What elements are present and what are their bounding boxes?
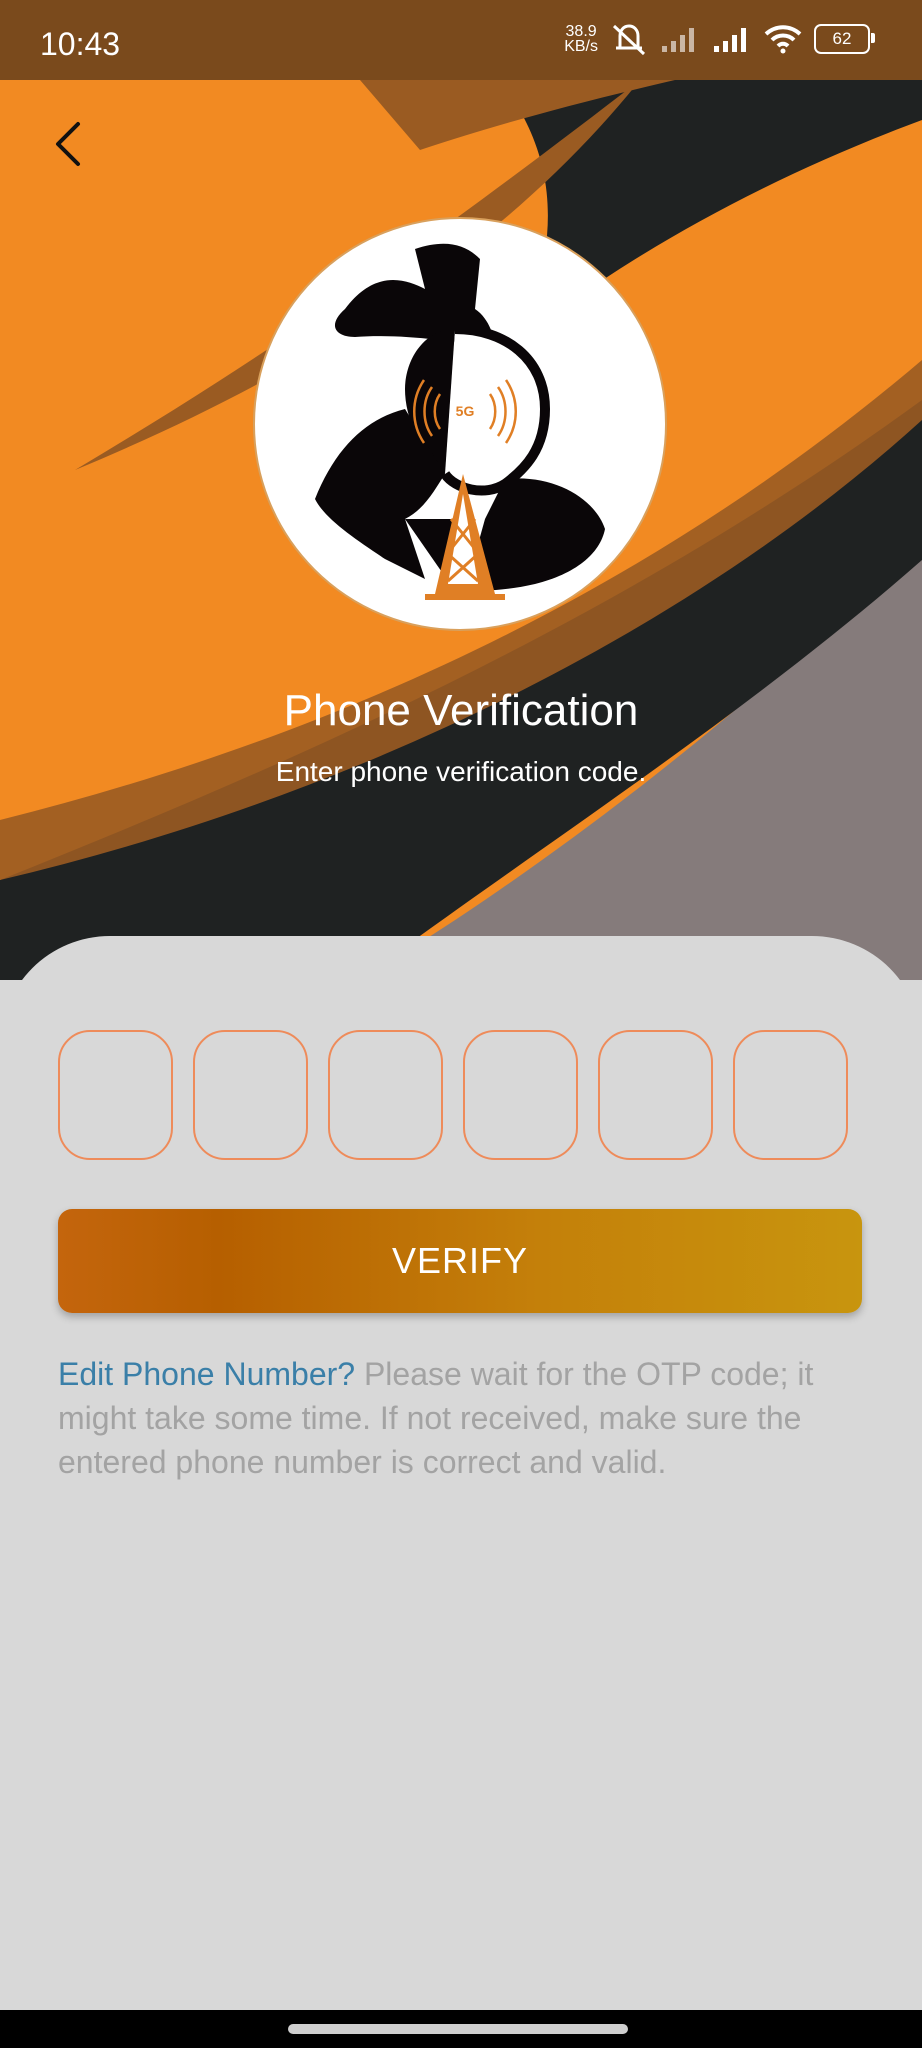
app-logo: 5G <box>253 217 667 631</box>
page-subtitle: Enter phone verification code. <box>275 756 647 787</box>
logo-5g-label: 5G <box>456 403 475 419</box>
otp-digit-3[interactable] <box>330 1032 445 1160</box>
otp-box-2[interactable] <box>193 1030 310 1160</box>
status-bar: 10:43 38.9 KB/s 62 <box>0 0 922 80</box>
mute-icon <box>612 24 646 56</box>
status-icons: 38.9 KB/s 62 <box>564 22 875 56</box>
otp-digit-4[interactable] <box>465 1032 580 1160</box>
otp-box-4[interactable] <box>463 1030 580 1160</box>
otp-box-3[interactable] <box>328 1030 445 1160</box>
network-speed-value: 38.9 <box>565 23 597 40</box>
otp-box-5[interactable] <box>598 1030 715 1160</box>
otp-box-1[interactable] <box>58 1030 175 1160</box>
back-button[interactable] <box>40 112 94 176</box>
otp-digit-1[interactable] <box>60 1032 175 1160</box>
battery-icon: 62 <box>814 24 875 54</box>
chevron-left-icon <box>56 122 80 166</box>
home-gesture-handle[interactable] <box>288 2024 628 2034</box>
verify-button[interactable]: VERIFY <box>58 1209 862 1313</box>
network-speed-unit: KB/s <box>564 38 598 55</box>
otp-box-6[interactable] <box>733 1030 850 1160</box>
signal-icon <box>662 28 694 52</box>
otp-input-row <box>58 1030 850 1160</box>
otp-digit-6[interactable] <box>735 1032 850 1160</box>
spy-5g-logo-image: 5G <box>315 243 605 600</box>
otp-digit-2[interactable] <box>195 1032 310 1160</box>
edit-phone-number-link[interactable]: Edit Phone Number? <box>58 1356 355 1392</box>
otp-help-note: Edit Phone Number? Please wait for the O… <box>58 1352 868 1484</box>
status-time: 10:43 <box>40 26 121 62</box>
page-title: Phone Verification <box>283 686 639 735</box>
network-speed: 38.9 KB/s <box>564 23 598 55</box>
otp-digit-5[interactable] <box>600 1032 715 1160</box>
wifi-icon <box>764 25 802 54</box>
signal-icon <box>714 28 746 52</box>
system-navigation-bar <box>0 2010 922 2048</box>
